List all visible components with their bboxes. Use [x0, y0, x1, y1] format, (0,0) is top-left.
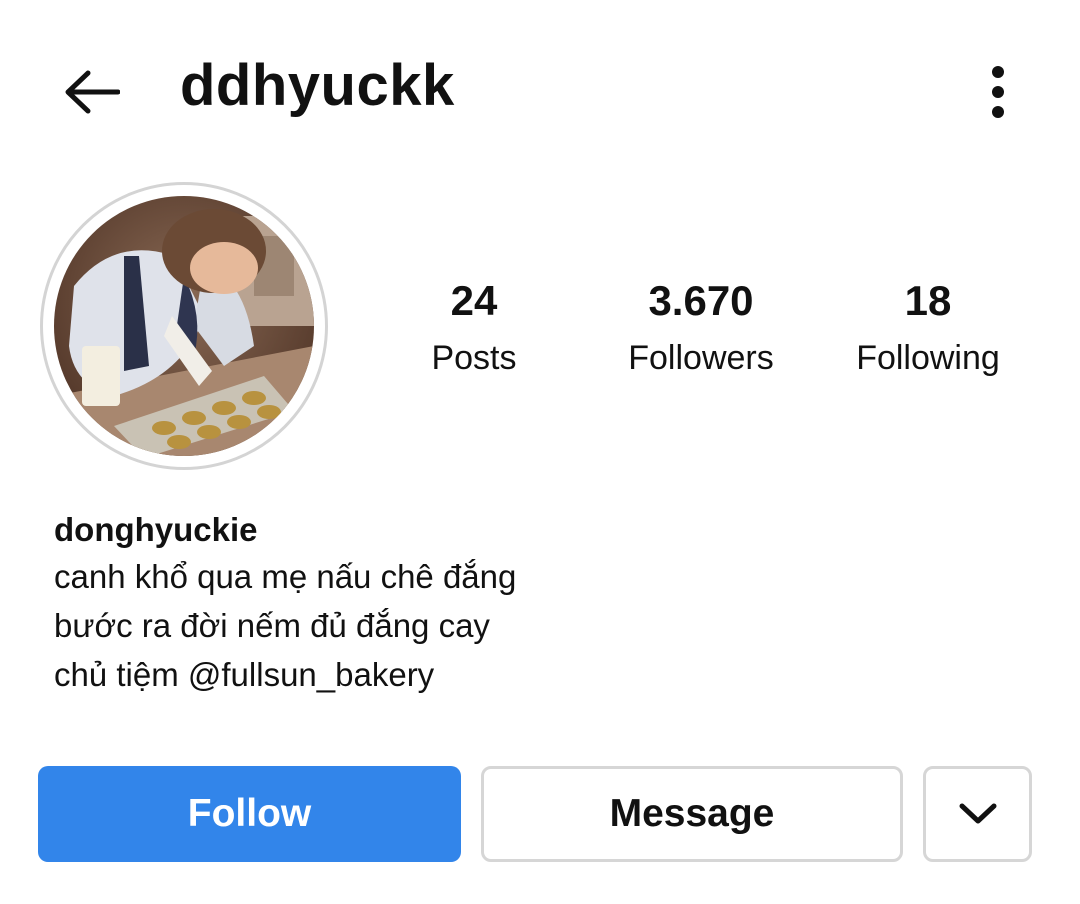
posts-label: Posts — [431, 339, 517, 377]
message-button[interactable]: Message — [481, 766, 903, 862]
back-button[interactable] — [56, 56, 128, 128]
posts-count: 24 — [450, 277, 498, 324]
more-options-button[interactable] — [962, 56, 1034, 128]
bio-line: canh khổ qua mẹ nấu chê đắng — [54, 558, 517, 595]
following-count: 18 — [904, 277, 952, 324]
stat-posts[interactable]: 24 Posts — [374, 278, 574, 378]
more-vertical-icon — [992, 66, 1004, 118]
followers-count: 3.670 — [648, 277, 754, 324]
chevron-down-icon — [959, 803, 996, 824]
follow-button[interactable]: Follow — [38, 766, 461, 862]
avatar — [54, 196, 314, 456]
profile-header: ddhyuckk — [0, 0, 1080, 180]
avatar-ring[interactable] — [40, 182, 328, 470]
profile-username-title: ddhyuckk — [180, 53, 455, 118]
bio-line[interactable]: chủ tiệm @fullsun_bakery — [54, 650, 1034, 699]
bio-display-name: donghyuckie — [54, 511, 258, 548]
arrow-left-icon — [65, 70, 120, 114]
bio-line: bước ra đời nếm đủ đắng cay — [54, 607, 490, 644]
following-label: Following — [856, 339, 1000, 377]
suggested-accounts-button[interactable] — [923, 766, 1032, 862]
stat-followers[interactable]: 3.670 Followers — [601, 278, 801, 378]
followers-label: Followers — [628, 339, 774, 377]
profile-bio: donghyuckie canh khổ qua mẹ nấu chê đắng… — [54, 508, 1034, 699]
stat-following[interactable]: 18 Following — [828, 278, 1028, 378]
